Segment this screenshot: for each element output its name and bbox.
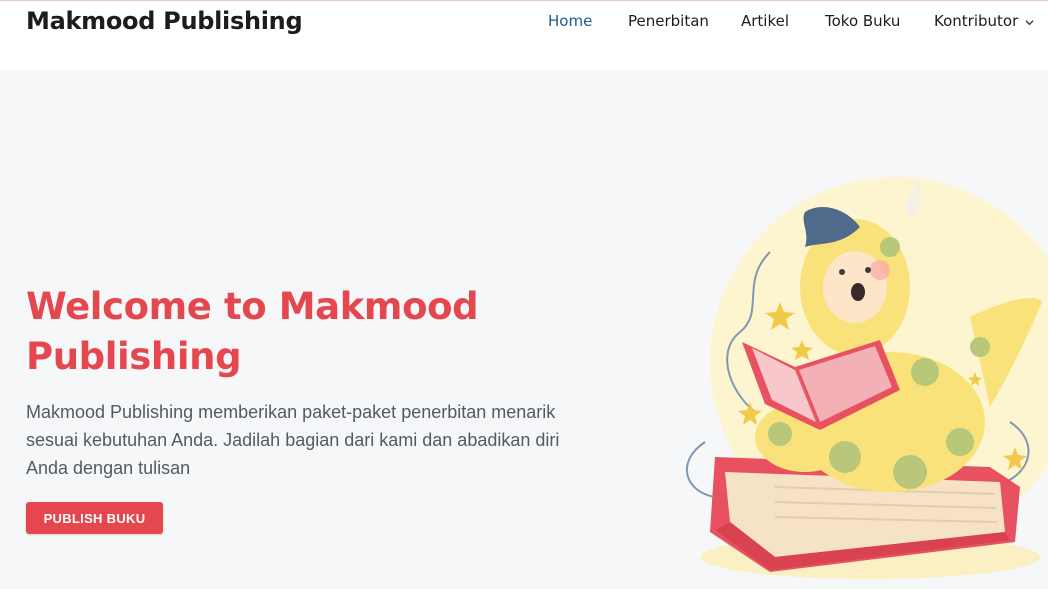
main-nav: Home Penerbitan Artikel Toko Buku Kontri… bbox=[0, 12, 1048, 36]
nav-item-penerbitan[interactable]: Penerbitan bbox=[628, 12, 709, 30]
swirl-line bbox=[685, 441, 716, 498]
nav-item-home[interactable]: Home bbox=[548, 12, 592, 30]
nav-item-artikel[interactable]: Artikel bbox=[741, 12, 789, 30]
hero-description: Makmood Publishing memberikan paket-pake… bbox=[26, 402, 560, 478]
site-header: Makmood Publishing Home Penerbitan Artik… bbox=[0, 1, 1048, 70]
hero-illustration bbox=[685, 172, 1048, 579]
nav-item-toko-buku[interactable]: Toko Buku bbox=[825, 12, 900, 30]
publish-book-button[interactable]: PUBLISH BUKU bbox=[26, 502, 163, 534]
hero-title: Welcome to Makmood Publishing bbox=[26, 285, 479, 378]
nav-item-kontributor[interactable]: Kontributor bbox=[934, 12, 1018, 30]
chevron-down-icon[interactable] bbox=[1025, 18, 1034, 27]
